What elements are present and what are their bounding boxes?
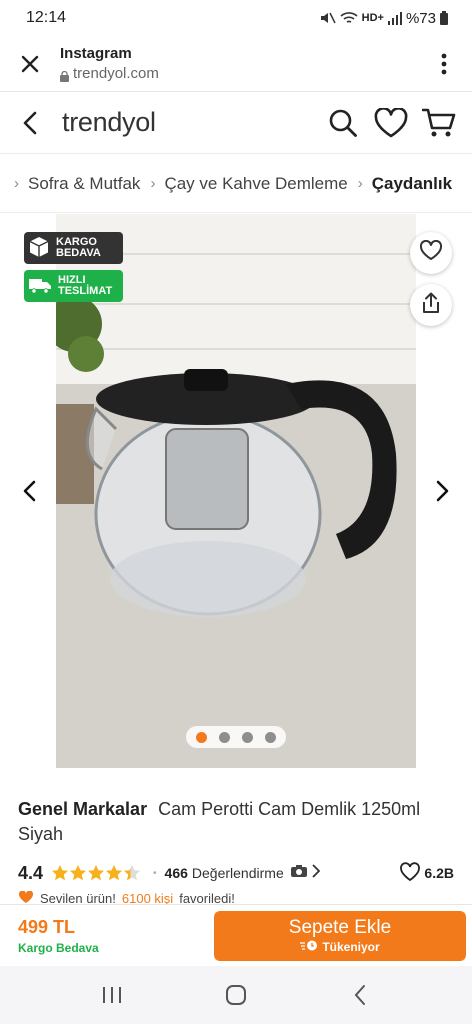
- slide-indicator: [186, 726, 286, 748]
- favorite-count[interactable]: 6.2B: [399, 861, 454, 885]
- social-text: Sevilen ürün!: [40, 891, 116, 905]
- slide-dot[interactable]: [219, 731, 230, 743]
- share-button[interactable]: [410, 284, 452, 326]
- heart-icon[interactable]: [374, 106, 408, 140]
- battery-icon: [440, 11, 448, 25]
- box-icon: [28, 236, 50, 261]
- review-label[interactable]: Değerlendirme: [192, 865, 284, 881]
- trendyol-logo[interactable]: trendyol: [60, 107, 326, 138]
- social-proof: Sevilen ürün! 6100 kişi favoriledi!: [18, 891, 454, 905]
- free-shipping-badge: KARGO BEDAVA: [24, 232, 123, 264]
- close-icon[interactable]: [0, 36, 60, 92]
- browser-bar: Instagram trendyol.com: [0, 36, 472, 92]
- header-actions: [326, 106, 472, 140]
- buy-bar: 499 TL Kargo Bedava Sepete Ekle Tükeniyo…: [0, 904, 472, 966]
- add-to-cart-label: Sepete Ekle: [288, 917, 392, 938]
- add-to-cart-button[interactable]: Sepete Ekle Tükeniyor: [214, 910, 466, 961]
- stock-status: Tükeniyor: [300, 940, 380, 954]
- signal-icon: [387, 11, 402, 25]
- system-nav-bar: [0, 966, 472, 1024]
- product-info: Genel Markalar Cam Perotti Cam Demlik 12…: [0, 770, 472, 905]
- truck-icon: [28, 276, 52, 297]
- breadcrumb-item[interactable]: Çay ve Kahve Demleme: [164, 174, 347, 194]
- wifi-icon: [340, 11, 358, 25]
- price: 499 TL: [18, 916, 76, 937]
- site-header: trendyol: [0, 92, 472, 154]
- price-block: 499 TL Kargo Bedava: [18, 917, 214, 955]
- url-text: trendyol.com: [73, 65, 159, 82]
- breadcrumb-item-current[interactable]: Çaydanlık: [372, 174, 452, 194]
- rating-stars: [51, 864, 141, 882]
- chevron-right-icon: ›: [150, 175, 156, 192]
- social-suffix: favoriledi!: [179, 891, 235, 905]
- badge-line: BEDAVA: [56, 247, 101, 259]
- rating-value: 4.4: [18, 862, 44, 883]
- social-highlight: 6100 kişi: [121, 891, 174, 905]
- chevron-right-icon: ›: [357, 175, 363, 192]
- battery-percent: %73: [405, 9, 436, 27]
- browser-titles: Instagram trendyol.com: [60, 45, 416, 82]
- heart-icon: [399, 861, 421, 885]
- product-brand[interactable]: Genel Markalar: [18, 799, 147, 819]
- chevron-right-icon[interactable]: [312, 863, 321, 883]
- status-bar: 12:14 HD+ %73: [0, 0, 472, 36]
- add-favorite-button[interactable]: [410, 232, 452, 274]
- mute-icon: [320, 11, 336, 25]
- home-icon[interactable]: [216, 975, 256, 1015]
- favorite-count-value: 6.2B: [424, 865, 454, 881]
- product-gallery[interactable]: KARGO BEDAVA HIZLI TESLİMAT: [0, 214, 472, 768]
- heart-icon: [419, 239, 443, 266]
- badge-group: KARGO BEDAVA HIZLI TESLİMAT: [24, 232, 123, 302]
- lock-icon: [60, 69, 69, 82]
- clock-icon: [300, 940, 318, 954]
- previous-image-button[interactable]: [14, 474, 44, 508]
- product-title: Genel Markalar Cam Perotti Cam Demlik 12…: [18, 797, 454, 847]
- breadcrumb-item[interactable]: Sofra & Mutfak: [28, 174, 140, 194]
- star-icons: [52, 865, 141, 881]
- badge-line: TESLİMAT: [58, 285, 113, 297]
- slide-dot[interactable]: [242, 731, 253, 743]
- stock-label: Tükeniyor: [322, 940, 380, 954]
- rating-row: 4.4 • 466 Değerlendirme 6.2B: [18, 861, 454, 885]
- share-icon: [421, 292, 441, 319]
- camera-icon: [290, 864, 308, 883]
- review-count[interactable]: 466: [165, 865, 188, 881]
- search-icon[interactable]: [326, 106, 360, 140]
- orange-heart-icon: [18, 891, 34, 905]
- status-icons: HD+ %73: [320, 10, 448, 27]
- browser-url[interactable]: trendyol.com: [60, 65, 416, 82]
- status-time: 12:14: [26, 9, 67, 26]
- more-vertical-icon[interactable]: [416, 36, 472, 92]
- next-image-button[interactable]: [428, 474, 458, 508]
- back-icon[interactable]: [340, 975, 380, 1015]
- separator-dot: •: [153, 867, 157, 879]
- browser-title: Instagram: [60, 45, 132, 62]
- chevron-right-icon: ›: [14, 175, 19, 192]
- fast-delivery-badge: HIZLI TESLİMAT: [24, 270, 123, 302]
- back-arrow-icon[interactable]: [0, 92, 60, 154]
- breadcrumb: › Sofra & Mutfak › Çay ve Kahve Demleme …: [0, 155, 472, 213]
- recent-apps-icon[interactable]: [92, 975, 132, 1015]
- slide-dot[interactable]: [265, 731, 276, 743]
- slide-dot-active[interactable]: [196, 731, 207, 743]
- cart-icon[interactable]: [422, 106, 456, 140]
- network-type: HD+: [361, 12, 384, 24]
- shipping-label: Kargo Bedava: [18, 940, 99, 955]
